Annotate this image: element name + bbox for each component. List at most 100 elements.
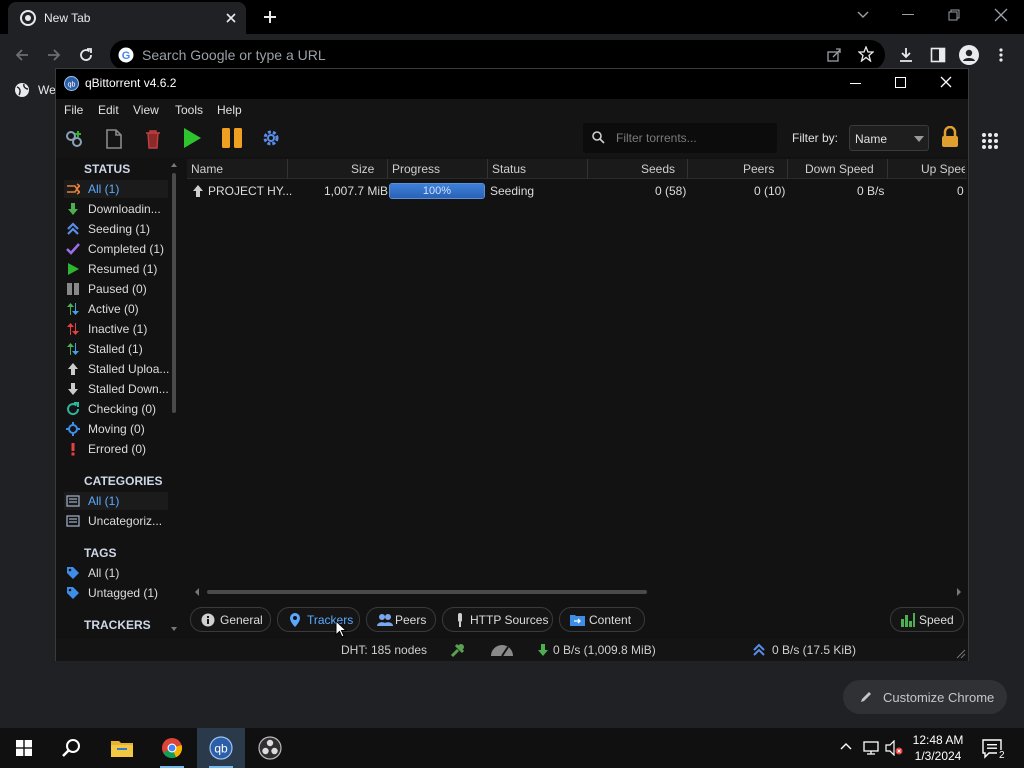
forward-arrow-icon[interactable] [46, 47, 62, 63]
sidebar-item-all-1[interactable]: All (1) [64, 492, 168, 510]
col-status[interactable]: Status [492, 162, 526, 176]
inactive-arrows-icon [66, 322, 80, 336]
reload-icon[interactable] [78, 47, 94, 63]
add-torrent-link-icon[interactable] [64, 129, 84, 149]
qb-title-bar[interactable]: qb qBittorrent v4.6.2 [56, 69, 968, 99]
filter-by-select[interactable]: Name [849, 125, 929, 151]
pause-icon[interactable] [221, 127, 243, 149]
tab-peers[interactable]: Peers [366, 607, 436, 632]
delete-trash-icon[interactable] [144, 129, 162, 149]
col-name[interactable]: Name [191, 162, 223, 176]
profile-avatar-icon[interactable] [959, 45, 979, 65]
share-icon[interactable] [826, 47, 842, 63]
customize-chrome-button[interactable]: Customize Chrome [843, 680, 1007, 714]
sidebar-item-label: All (1) [88, 494, 120, 508]
sidebar-item-active-0[interactable]: Active (0) [64, 300, 168, 318]
close-icon[interactable] [224, 11, 238, 25]
side-panel-icon[interactable] [930, 47, 946, 63]
tab-speed-label: Speed [919, 613, 954, 627]
sidebar-item-all-1[interactable]: All (1) [64, 180, 168, 198]
sidebar-item-stalled-1[interactable]: Stalled (1) [64, 340, 168, 358]
tab-trackers[interactable]: Trackers [277, 607, 360, 632]
qb-minimize-icon[interactable] [850, 83, 861, 85]
sidebar-scrollbar[interactable] [170, 161, 178, 635]
chrome-restore-icon[interactable] [948, 9, 960, 21]
sidebar-item-checking-0[interactable]: Checking (0) [64, 400, 168, 418]
chrome-menu-kebab-icon[interactable] [998, 47, 1004, 63]
omnibox[interactable]: G Search Google or type a URL [110, 40, 885, 70]
col-peers[interactable]: Peers [743, 162, 774, 176]
col-size[interactable]: Size [351, 162, 374, 176]
tab-content[interactable]: Content [559, 607, 645, 632]
col-down-speed[interactable]: Down Speed [805, 162, 874, 176]
back-arrow-icon[interactable] [14, 47, 30, 63]
sidebar-item-paused-0[interactable]: Paused (0) [64, 280, 168, 298]
col-progress[interactable]: Progress [392, 162, 440, 176]
lock-icon[interactable] [940, 126, 960, 148]
dht-nodes: DHT: 185 nodes [341, 643, 428, 657]
chrome-tab-new-tab[interactable]: New Tab [8, 2, 246, 34]
refresh-icon [66, 402, 80, 416]
speed-limit-gauge-icon[interactable] [490, 643, 514, 657]
sidebar-item-completed-1[interactable]: Completed (1) [64, 240, 168, 258]
resume-play-icon[interactable] [182, 127, 202, 149]
checkmark-icon [66, 242, 80, 256]
sidebar-item-untagged-1[interactable]: Untagged (1) [64, 584, 168, 602]
menu-file[interactable]: File [64, 103, 83, 117]
tab-speed[interactable]: Speed [890, 607, 964, 632]
sidebar-item-downloadin[interactable]: Downloadin... [64, 200, 168, 218]
tab-general[interactable]: General [190, 607, 271, 632]
sidebar-item-inactive-1[interactable]: Inactive (1) [64, 320, 168, 338]
sidebar-item-uncategoriz[interactable]: Uncategoriz... [64, 512, 168, 530]
chrome-minimize-icon[interactable] [902, 14, 914, 16]
download-speed-total: 0 B/s (1,009.8 MiB) [553, 643, 656, 657]
menu-tools[interactable]: Tools [175, 103, 203, 117]
downloads-icon[interactable] [898, 47, 914, 63]
sidebar-item-moving-0[interactable]: Moving (0) [64, 420, 168, 438]
chrome-close-icon[interactable] [994, 8, 1008, 22]
sidebar-item-label: Seeding (1) [88, 222, 151, 236]
taskbar-search-button[interactable] [48, 728, 96, 768]
table-row[interactable]: PROJECT HY... 1,007.7 MiB 100% Seeding 0… [187, 181, 967, 201]
apps-grid-icon[interactable] [982, 133, 998, 149]
bookmark-star-icon[interactable] [858, 46, 874, 62]
settings-gear-icon[interactable] [262, 129, 280, 147]
show-hidden-icons-chevron-icon[interactable] [840, 742, 852, 750]
taskbar-file-explorer[interactable] [98, 728, 146, 768]
all-filter-icon [66, 182, 80, 196]
sidebar-item-all-1[interactable]: All (1) [64, 564, 168, 582]
new-tab-plus-icon[interactable] [262, 9, 278, 25]
sidebar-item-stalled-uploa[interactable]: Stalled Uploa... [64, 360, 169, 378]
add-torrent-file-icon[interactable] [105, 129, 123, 149]
table-horizontal-scrollbar[interactable] [193, 587, 963, 597]
taskbar-chrome[interactable] [148, 728, 196, 768]
qb-maximize-icon[interactable] [895, 77, 906, 88]
taskbar-clock[interactable]: 12:48 AM 1/3/2024 [900, 732, 976, 764]
resize-grip-icon[interactable] [956, 649, 966, 659]
category-icon [66, 494, 80, 508]
qb-window-title: qBittorrent v4.6.2 [85, 76, 177, 90]
col-seeds[interactable]: Seeds [641, 162, 675, 176]
tag-icon [66, 586, 80, 600]
sidebar-item-seeding-1[interactable]: Seeding (1) [64, 220, 168, 238]
tab-http-sources[interactable]: HTTP Sources [442, 607, 553, 632]
qb-close-icon[interactable] [940, 76, 952, 88]
connection-status-icon[interactable] [450, 642, 466, 658]
menu-edit[interactable]: Edit [98, 103, 119, 117]
bookmark-item[interactable]: We [38, 83, 56, 97]
taskbar-qbittorrent[interactable]: qb [197, 728, 245, 768]
col-up-speed[interactable]: Up Speed [921, 162, 965, 176]
network-icon[interactable] [863, 740, 879, 756]
menu-view[interactable]: View [133, 103, 159, 117]
tab-search-chevron-icon[interactable] [856, 10, 870, 20]
taskbar-obs[interactable] [246, 728, 294, 768]
active-arrows-icon [66, 302, 80, 316]
start-button[interactable] [0, 728, 48, 768]
sidebar-item-stalled-down[interactable]: Stalled Down... [64, 380, 169, 398]
sidebar-item-resumed-1[interactable]: Resumed (1) [64, 260, 168, 278]
sidebar-item-label: Stalled Uploa... [88, 362, 170, 376]
sidebar-item-label: Errored (0) [88, 442, 147, 456]
sidebar-item-errored-0[interactable]: Errored (0) [64, 440, 168, 458]
filter-torrents-input[interactable]: Filter torrents... [583, 123, 777, 153]
menu-help[interactable]: Help [217, 103, 242, 117]
